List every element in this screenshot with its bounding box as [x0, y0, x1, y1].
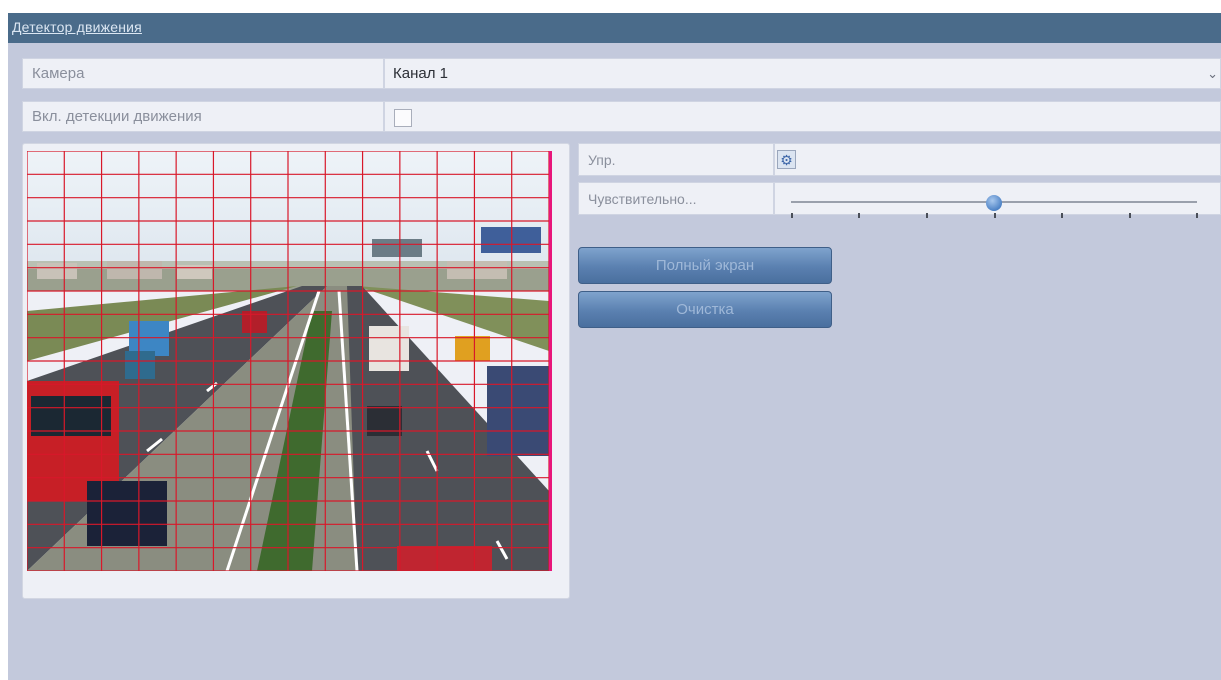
slider-tick [1129, 213, 1131, 218]
chevron-down-icon: ⌄ [1207, 66, 1218, 81]
camera-select[interactable]: Канал 1 ⌄ [384, 58, 1221, 89]
clear-button[interactable]: Очистка [578, 291, 832, 328]
motion-detection-panel: Детектор движения Камера Канал 1 ⌄ Вкл. … [8, 13, 1221, 680]
motion-detection-label: Вкл. детекции движения [22, 101, 384, 132]
manage-label: Упр. [578, 143, 774, 176]
camera-select-value: Канал 1 [393, 65, 448, 82]
manage-row: ⚙ [774, 143, 1221, 176]
settings-button[interactable]: ⚙ [777, 150, 796, 169]
gear-icon: ⚙ [780, 151, 793, 168]
video-preview-frame [22, 143, 570, 599]
page-title[interactable]: Детектор движения [12, 19, 142, 35]
fullscreen-button[interactable]: Полный экран [578, 247, 832, 284]
motion-detection-row [384, 101, 1221, 132]
slider-tick [994, 213, 996, 218]
slider-tick [858, 213, 860, 218]
slider-tick [1196, 213, 1198, 218]
header-bar: Детектор движения [8, 13, 1221, 43]
camera-label: Камера [22, 58, 384, 89]
sensitivity-slider[interactable] [774, 182, 1221, 218]
slider-tick [1061, 213, 1063, 218]
motion-detection-checkbox[interactable] [394, 109, 412, 127]
sensitivity-label: Чувствительно... [578, 182, 774, 215]
slider-thumb[interactable] [986, 195, 1002, 211]
slider-tick [926, 213, 928, 218]
motion-area-grid[interactable] [27, 151, 552, 571]
slider-tick [791, 213, 793, 218]
